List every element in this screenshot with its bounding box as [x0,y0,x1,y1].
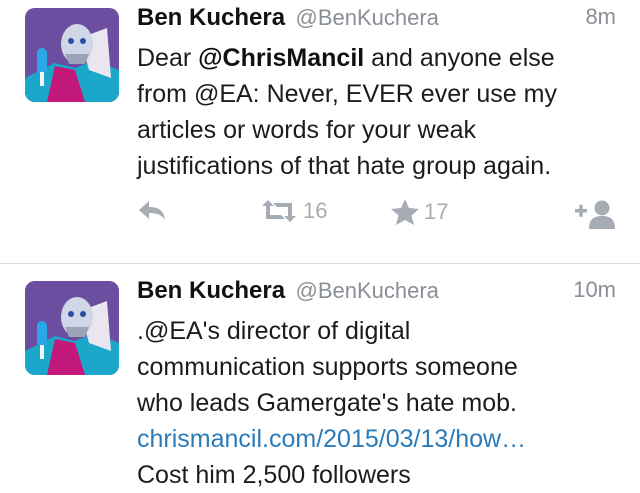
author-handle[interactable]: @BenKuchera [296,278,439,303]
tweet-text-line: communication supports someone [137,353,518,381]
tweet-text-line: .@EA's director of digital [137,317,411,345]
tweet-header: Ben Kuchera @BenKuchera 10m [137,277,616,311]
avatar[interactable] [25,281,119,375]
tweet-header: Ben Kuchera @BenKuchera 8m [137,4,616,38]
mention-link[interactable]: @ChrisMancil [198,44,364,72]
author-handle[interactable]: @BenKuchera [296,5,439,30]
tweet-text-line: articles or words for your weak [137,116,477,144]
favorite-star-icon [391,199,419,225]
tweet-actions: 16 17 [137,198,617,232]
tweet-text: Dear @ChrisMancil and anyone else from @… [137,40,618,184]
retweet-button[interactable]: 16 [259,198,327,224]
tweet-text-line: who leads Gamergate's hate mob. [137,389,517,417]
timestamp[interactable]: 10m [573,277,616,303]
tweet-text: .@EA's director of digital communication… [137,313,618,493]
follow-button[interactable] [575,198,617,230]
tweet-text-line: Dear @ChrisMancil and anyone else [137,44,555,72]
follow-icon [575,200,615,229]
reply-icon [139,201,165,220]
tweet-link[interactable]: chrismancil.com/2015/03/13/how… [137,421,618,457]
tweet-text-line: Cost him 2,500 followers [137,461,411,489]
reply-button[interactable] [137,198,167,222]
author-name[interactable]: Ben Kuchera [137,4,285,31]
tweet-text-line: justifications of that hate group again. [137,152,552,180]
author-name[interactable]: Ben Kuchera [137,277,285,304]
favorite-button[interactable]: 17 [390,198,448,226]
tweet-text-line: from @EA: Never, EVER ever use my [137,80,557,108]
retweet-count: 16 [303,198,328,223]
favorite-count: 17 [424,199,449,224]
avatar-image [25,8,119,102]
retweet-icon [262,200,296,222]
avatar[interactable] [25,8,119,102]
tweet-divider [0,263,640,264]
timestamp[interactable]: 8m [585,4,616,30]
avatar-image [25,281,119,375]
